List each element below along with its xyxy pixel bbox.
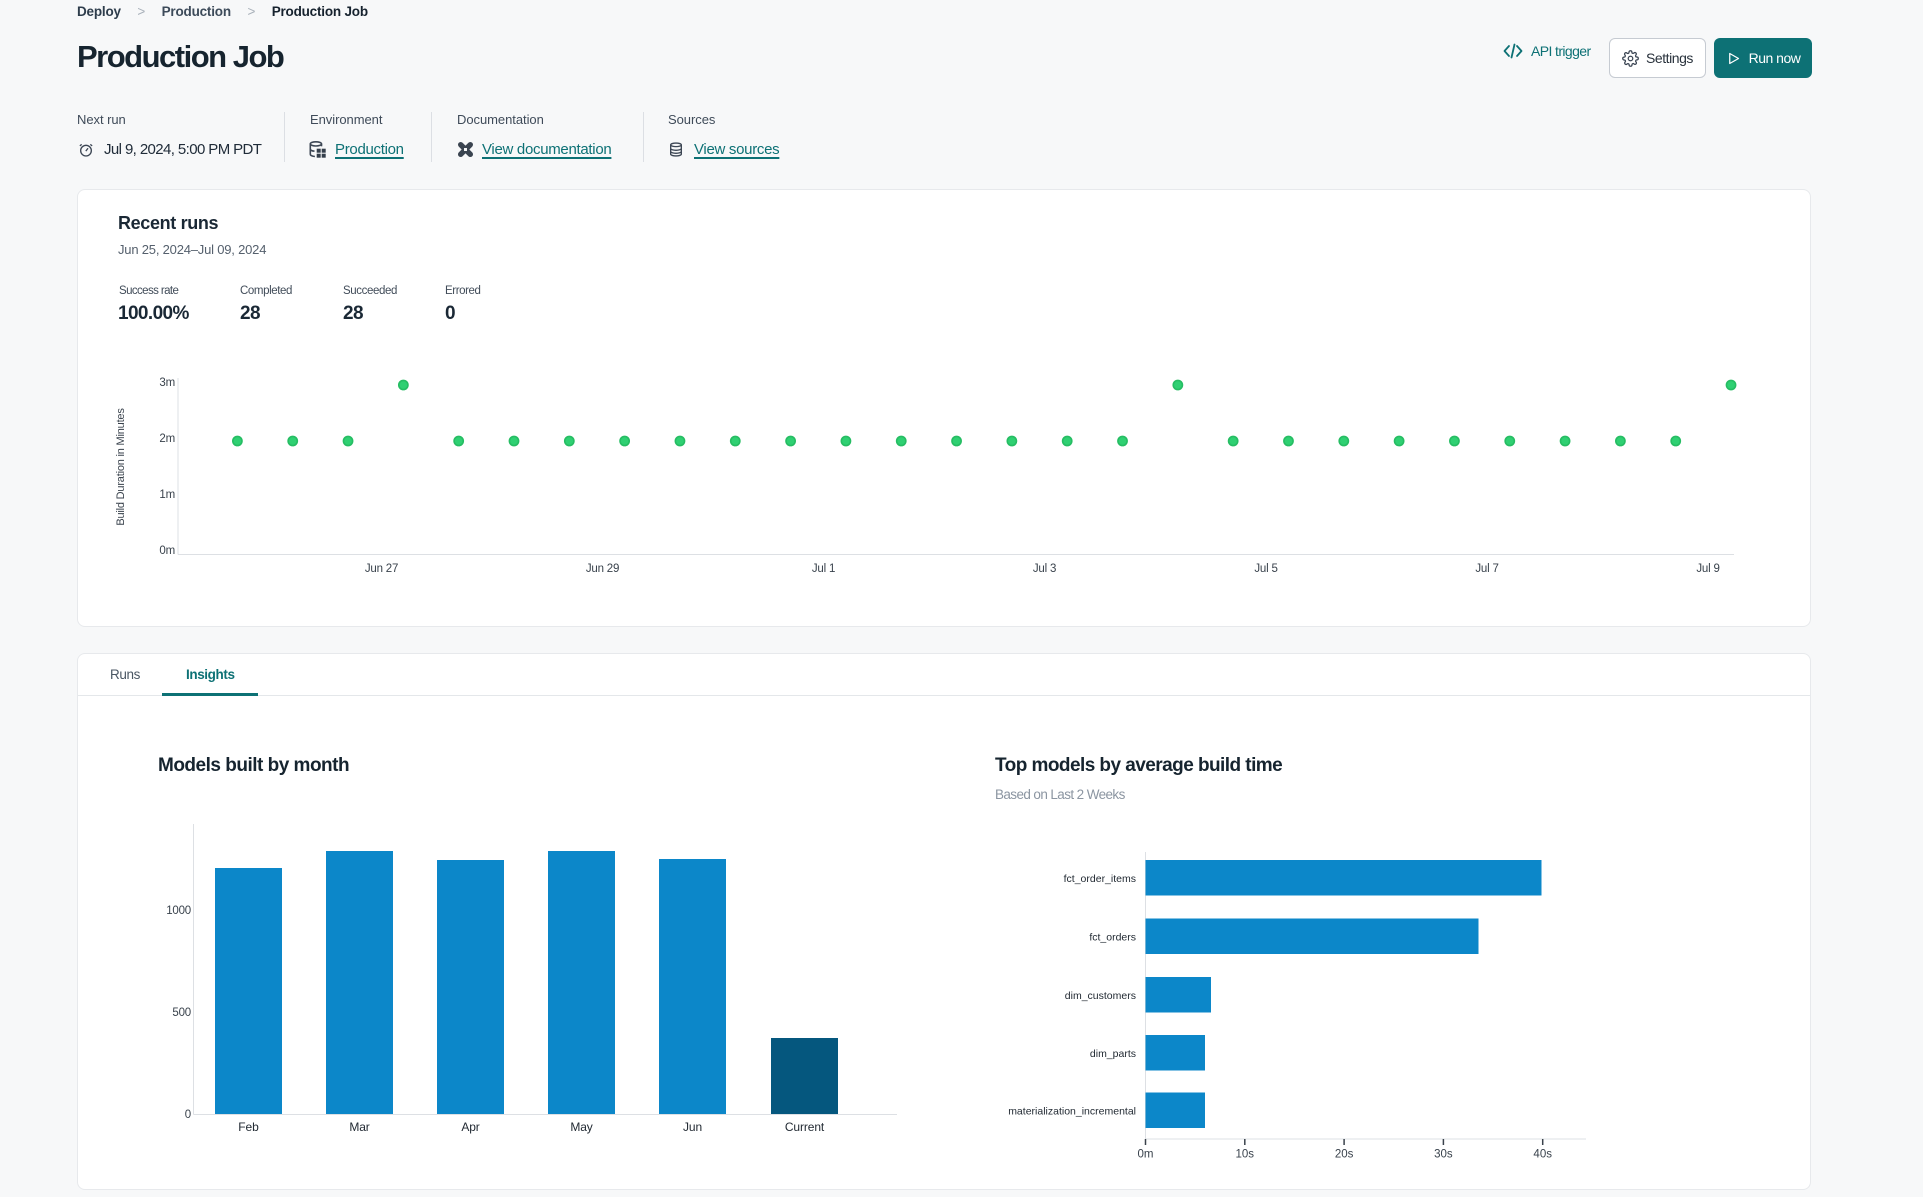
svg-text:Jul 3: Jul 3	[1033, 563, 1056, 575]
svg-text:fct_order_items: fct_order_items	[1064, 873, 1136, 885]
svg-text:40s: 40s	[1533, 1149, 1552, 1161]
svg-text:Jun 27: Jun 27	[365, 563, 398, 575]
svg-text:Jul 7: Jul 7	[1475, 563, 1498, 575]
svg-text:Current: Current	[785, 1120, 825, 1134]
svg-text:Mar: Mar	[349, 1120, 369, 1134]
svg-text:1000: 1000	[166, 905, 191, 917]
svg-text:Build Duration in Minutes: Build Duration in Minutes	[115, 408, 127, 526]
svg-text:10s: 10s	[1236, 1149, 1255, 1161]
svg-text:fct_orders: fct_orders	[1089, 931, 1136, 943]
svg-text:2m: 2m	[159, 433, 175, 445]
svg-text:Jun 29: Jun 29	[586, 563, 619, 575]
svg-text:Jul 5: Jul 5	[1254, 563, 1277, 575]
svg-text:Jun: Jun	[683, 1120, 702, 1134]
svg-text:Jul 9: Jul 9	[1696, 563, 1719, 575]
svg-text:0m: 0m	[1138, 1149, 1154, 1161]
svg-text:dim_parts: dim_parts	[1090, 1048, 1136, 1060]
svg-text:May: May	[570, 1120, 592, 1134]
svg-text:Jul 1: Jul 1	[812, 563, 835, 575]
svg-text:30s: 30s	[1434, 1149, 1453, 1161]
svg-text:materialization_incremental: materialization_incremental	[1008, 1105, 1136, 1117]
svg-text:0m: 0m	[159, 545, 175, 557]
svg-text:20s: 20s	[1335, 1149, 1354, 1161]
svg-text:Apr: Apr	[461, 1120, 479, 1134]
svg-text:3m: 3m	[159, 377, 175, 389]
svg-text:Feb: Feb	[238, 1120, 259, 1134]
svg-text:dim_customers: dim_customers	[1065, 990, 1136, 1002]
svg-text:500: 500	[172, 1007, 191, 1019]
svg-text:1m: 1m	[159, 489, 175, 501]
svg-text:0: 0	[185, 1109, 191, 1121]
